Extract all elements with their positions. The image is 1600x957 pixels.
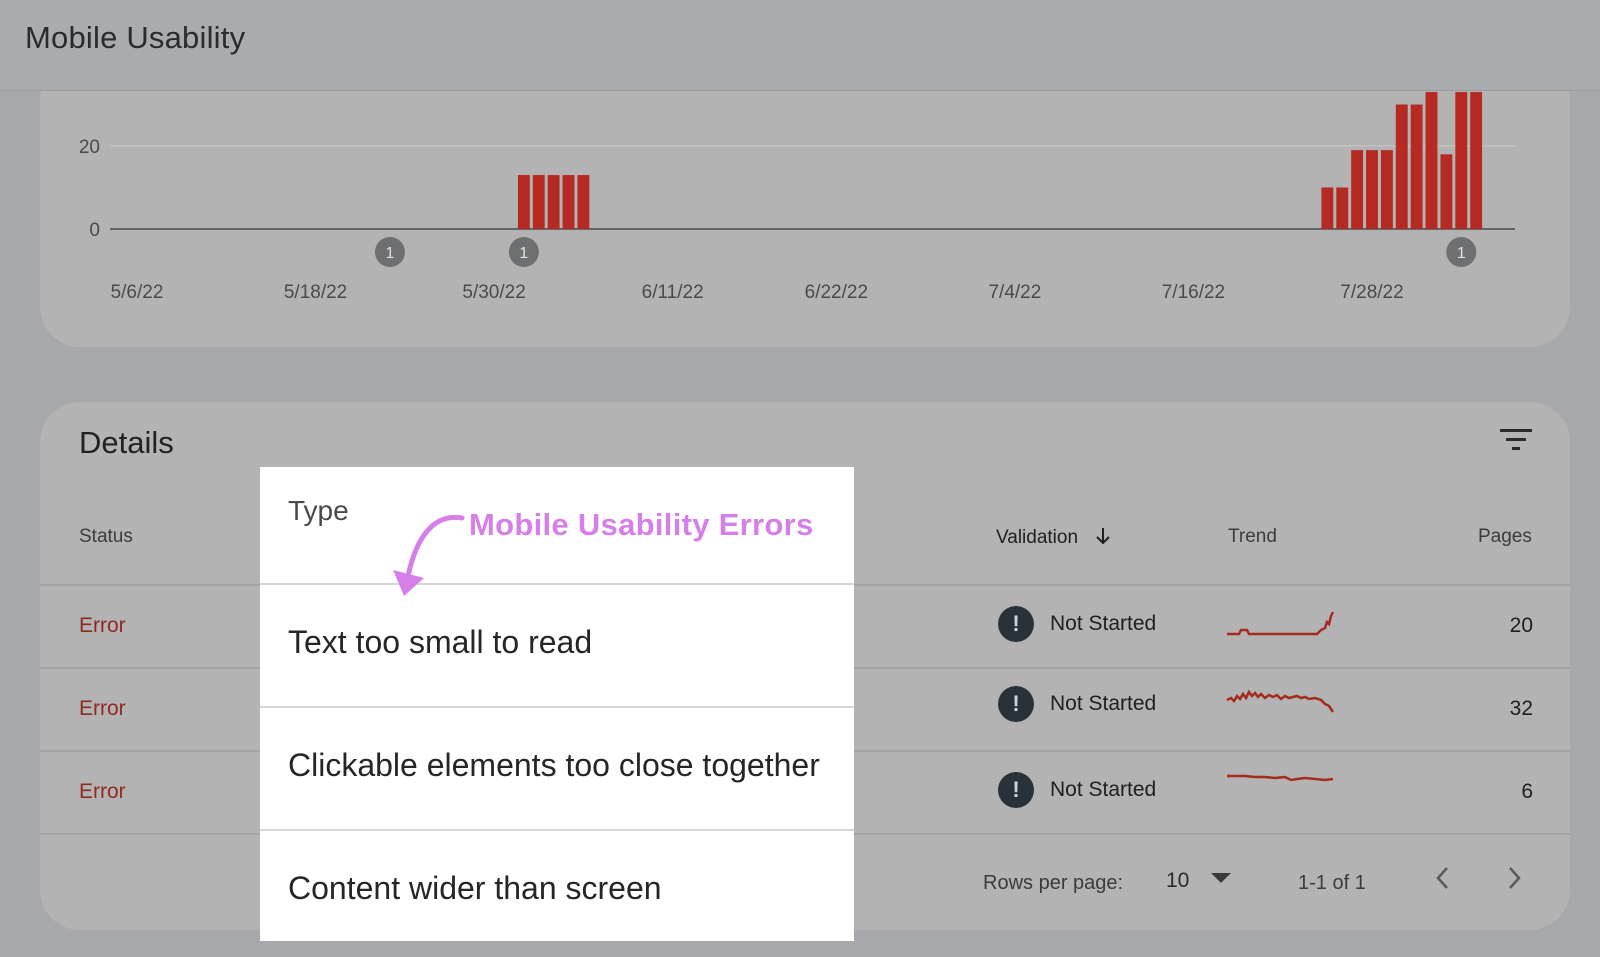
- filter-icon[interactable]: [1498, 425, 1534, 455]
- row-validation: ! Not Started: [998, 772, 1156, 808]
- x-tick-label: 5/6/22: [111, 282, 164, 303]
- exclamation-icon: !: [998, 772, 1034, 808]
- y-tick-label: 20: [79, 137, 100, 158]
- details-title: Details: [79, 425, 174, 460]
- type-cell[interactable]: Text too small to read: [288, 624, 592, 661]
- type-cell[interactable]: Content wider than screen: [288, 870, 662, 907]
- chart-bar: [1336, 187, 1349, 229]
- rows-per-page-select[interactable]: 10: [1166, 869, 1232, 893]
- rows-per-page-value: 10: [1166, 869, 1190, 892]
- row-status: Error: [79, 697, 126, 720]
- chart-bar: [562, 175, 575, 229]
- annotation-arrow-icon: [393, 514, 465, 596]
- chevron-right-icon[interactable]: [1507, 866, 1523, 895]
- row-status: Error: [79, 614, 126, 637]
- row-validation: ! Not Started: [998, 606, 1156, 642]
- chart-bar: [1455, 92, 1468, 229]
- row-pages: 32: [1509, 697, 1533, 720]
- column-header-type: Type: [288, 495, 349, 526]
- trend-sparkline: [1227, 774, 1334, 782]
- chart-bar: [1395, 104, 1408, 229]
- chart-bar: [1321, 187, 1334, 229]
- chart-bar: [547, 175, 560, 229]
- chart-bar: [1380, 150, 1393, 229]
- chevron-left-icon[interactable]: [1434, 866, 1450, 895]
- trend-sparkline: [1227, 611, 1335, 636]
- event-marker-label: 1: [519, 245, 528, 262]
- chart-bar: [1410, 104, 1423, 229]
- rows-per-page-label: Rows per page:: [983, 872, 1124, 894]
- event-marker-label: 1: [385, 245, 394, 262]
- exclamation-icon: !: [998, 606, 1034, 642]
- chart-bar: [577, 175, 590, 229]
- chart-region: 20 0 5/6/22 5/18/22 5/30/22 6/11/22 6/22/22 7/4…: [0, 91, 1600, 351]
- validation-status: Not Started: [1050, 612, 1157, 635]
- y-tick-label: 0: [89, 220, 100, 241]
- type-divider: [260, 829, 854, 831]
- x-tick-label: 5/18/22: [284, 282, 347, 303]
- column-header-validation[interactable]: Validation: [996, 526, 1113, 552]
- exclamation-icon: !: [998, 686, 1034, 722]
- chart-bar: [1351, 150, 1364, 229]
- x-tick-label: 7/4/22: [988, 282, 1041, 303]
- type-divider: [260, 583, 854, 585]
- page-header: Mobile Usability: [0, 0, 1600, 91]
- arrow-down-icon: [1093, 526, 1113, 552]
- chart-bar: [1425, 92, 1438, 229]
- bar-chart: 20 0 5/6/22 5/18/22 5/30/22 6/11/22 6/22/22 7/4…: [79, 92, 1515, 303]
- column-header-trend: Trend: [1228, 526, 1277, 547]
- chart-bar: [1470, 92, 1483, 229]
- column-header-validation-label: Validation: [996, 527, 1079, 548]
- annotation-label: Mobile Usability Errors: [469, 507, 814, 542]
- type-divider: [260, 706, 854, 708]
- page-title: Mobile Usability: [25, 20, 246, 55]
- chart-bar: [1440, 154, 1453, 229]
- chart-bar: [1366, 150, 1378, 229]
- page-range: 1-1 of 1: [1298, 872, 1366, 894]
- column-header-status[interactable]: Status: [79, 526, 133, 548]
- row-pages: 6: [1521, 780, 1533, 803]
- type-cell[interactable]: Clickable elements too close together: [288, 747, 820, 784]
- x-tick-label: 5/30/22: [462, 282, 525, 303]
- column-header-pages[interactable]: Pages: [1478, 526, 1532, 548]
- validation-status: Not Started: [1050, 692, 1157, 715]
- x-tick-label: 7/16/22: [1162, 282, 1225, 303]
- x-tick-label: 6/11/22: [642, 282, 704, 303]
- chart-bar: [532, 175, 545, 229]
- validation-status: Not Started: [1050, 778, 1157, 801]
- caret-down-icon: [1211, 872, 1232, 890]
- x-tick-label: 7/28/22: [1340, 282, 1403, 303]
- row-validation: ! Not Started: [998, 686, 1156, 722]
- x-tick-label: 6/22/22: [805, 282, 868, 303]
- row-pages: 20: [1509, 614, 1533, 637]
- trend-sparkline: [1226, 689, 1335, 713]
- row-status: Error: [79, 780, 126, 803]
- event-marker-label: 1: [1457, 245, 1466, 262]
- chart-bar: [517, 175, 530, 229]
